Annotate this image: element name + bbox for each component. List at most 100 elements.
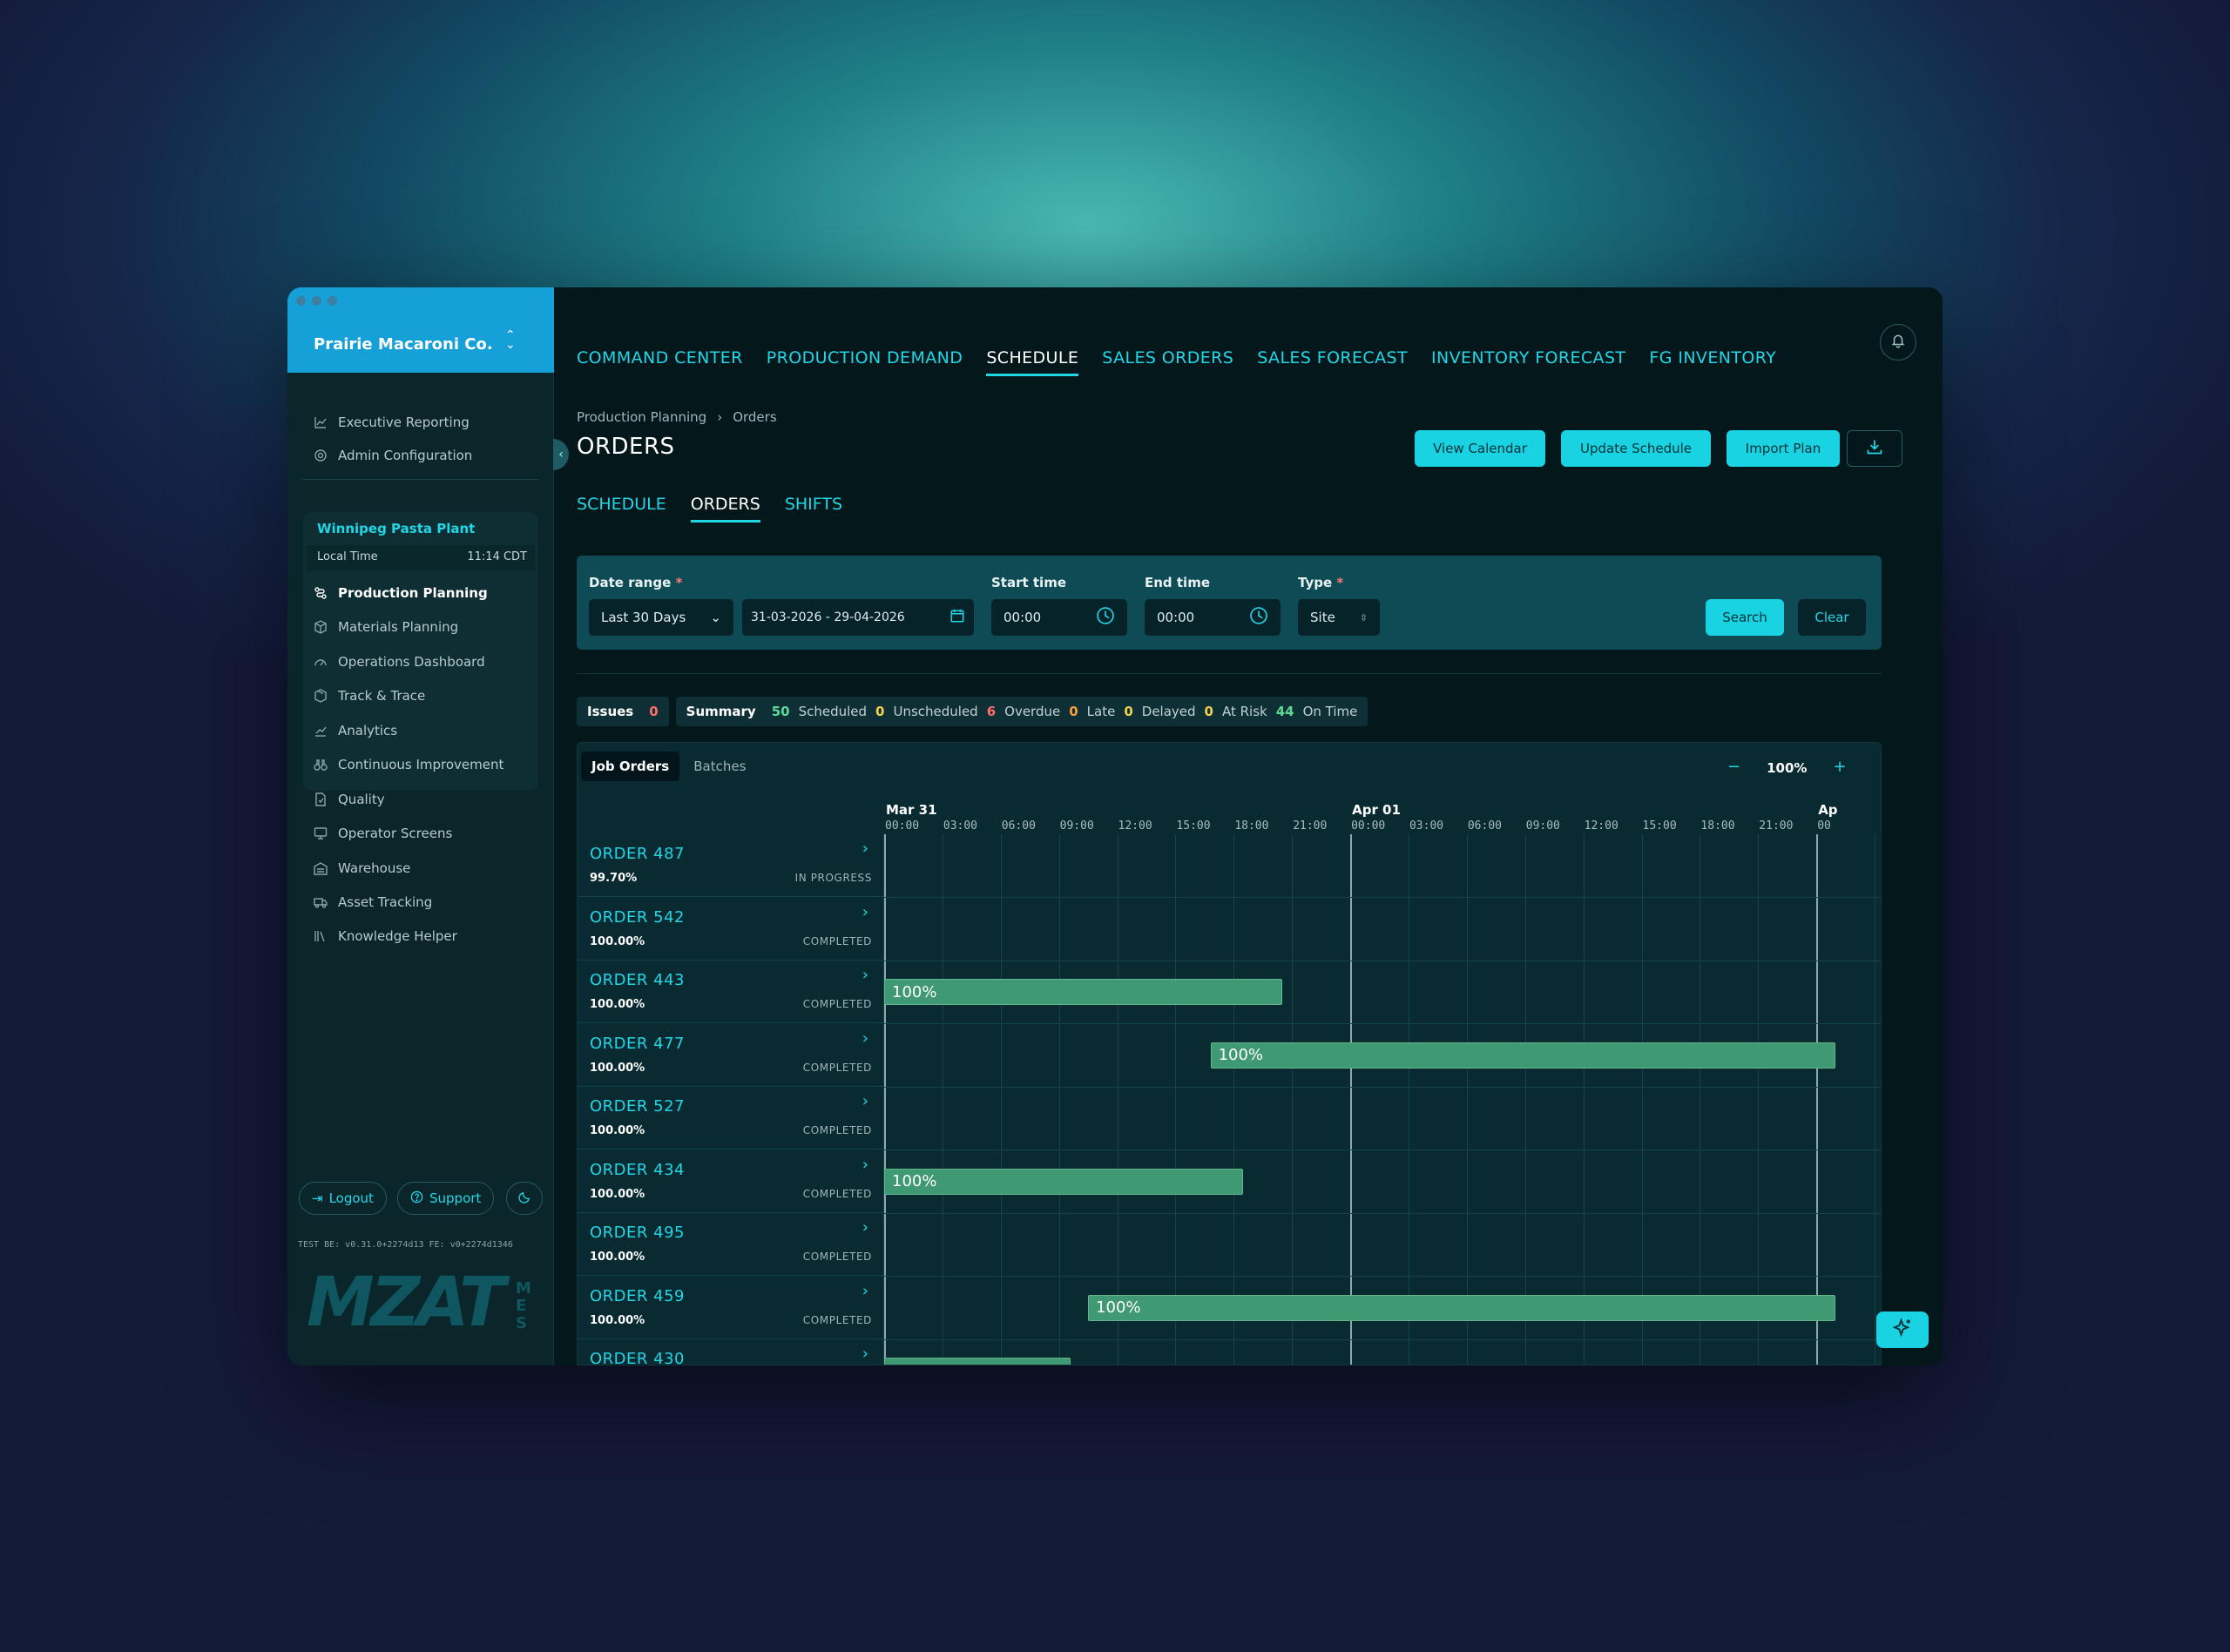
gantt-bar[interactable]: 100% [1088, 1294, 1836, 1321]
order-percent: 100.00% [590, 998, 645, 1011]
order-percent: 99.70% [590, 872, 638, 885]
view-calendar-button[interactable]: View Calendar [1415, 430, 1545, 467]
order-name[interactable]: ORDER 487 [590, 845, 685, 863]
notifications-button[interactable] [1880, 324, 1916, 361]
order-name[interactable]: ORDER 459 [590, 1287, 685, 1305]
sidebar-item-admin-configuration[interactable]: Admin Configuration [314, 445, 472, 466]
gantt-bar[interactable]: 100% [884, 1168, 1244, 1195]
chevron-right-icon[interactable]: › [862, 1156, 868, 1174]
type-select[interactable]: Site ⇳ [1298, 599, 1380, 636]
nav-sales-orders[interactable]: SALES ORDERS [1102, 348, 1233, 376]
chevron-right-icon[interactable]: › [862, 1282, 868, 1300]
support-button[interactable]: Support [397, 1182, 495, 1215]
order-row[interactable]: ORDER 434 › 100.00% COMPLETED [578, 1150, 883, 1213]
day-divider [884, 834, 886, 1365]
nav-command-center[interactable]: COMMAND CENTER [577, 348, 743, 376]
clock-icon[interactable] [1096, 606, 1115, 629]
chevron-right-icon[interactable]: › [862, 1029, 868, 1048]
order-name[interactable]: ORDER 434 [590, 1161, 685, 1179]
order-row[interactable]: ORDER 443 › 100.00% COMPLETED [578, 961, 883, 1023]
window-controls [296, 296, 337, 306]
sidebar-item-asset-tracking[interactable]: Asset Tracking [314, 892, 432, 913]
breadcrumb: Production Planning › Orders [577, 409, 777, 425]
chevron-right-icon[interactable]: › [862, 966, 868, 984]
order-name[interactable]: ORDER 495 [590, 1224, 685, 1242]
order-row[interactable]: ORDER 542 › 100.00% COMPLETED [578, 898, 883, 961]
sidebar-item-warehouse[interactable]: Warehouse [314, 858, 410, 879]
order-percent: 100.00% [590, 934, 645, 948]
sidebar-item-executive-reporting[interactable]: Executive Reporting [314, 412, 470, 433]
chevron-right-icon[interactable]: › [862, 1345, 868, 1363]
sidebar-item-quality[interactable]: Quality [314, 789, 385, 810]
gantt-bar[interactable]: 100% [1210, 1042, 1836, 1069]
order-row[interactable]: ORDER 430 › [578, 1339, 883, 1365]
order-row[interactable]: ORDER 527 › 100.00% COMPLETED [578, 1087, 883, 1150]
order-status: COMPLETED [802, 1124, 872, 1136]
update-schedule-button[interactable]: Update Schedule [1561, 430, 1711, 467]
date-range-preset-select[interactable]: Last 30 Days ⌄ [589, 599, 733, 636]
hour-label: 21:00 [1759, 819, 1794, 833]
hour-label: 03:00 [1409, 819, 1444, 833]
company-switcher[interactable]: Prairie Macaroni Co. ⌃ ⌄ [287, 287, 554, 373]
tab-schedule[interactable]: SCHEDULE [577, 495, 666, 523]
order-row[interactable]: ORDER 459 › 100.00% COMPLETED [578, 1277, 883, 1339]
breadcrumb-parent[interactable]: Production Planning [577, 409, 706, 425]
zoom-out-button[interactable]: − [1727, 759, 1740, 776]
start-time-input[interactable]: 00:00 [991, 599, 1127, 636]
sidebar-item-production-planning[interactable]: Production Planning [314, 583, 488, 603]
delayed-count: 0 [1124, 704, 1133, 719]
tab-shifts[interactable]: SHIFTS [785, 495, 842, 523]
nav-production-demand[interactable]: PRODUCTION DEMAND [767, 348, 963, 376]
order-row[interactable]: ORDER 495 › 100.00% COMPLETED [578, 1213, 883, 1276]
order-name[interactable]: ORDER 443 [590, 971, 685, 989]
sidebar-item-knowledge-helper[interactable]: Knowledge Helper [314, 926, 457, 947]
search-button[interactable]: Search [1706, 599, 1784, 636]
sidebar-item-operator-screens[interactable]: Operator Screens [314, 823, 452, 844]
nav-fg-inventory[interactable]: FG INVENTORY [1649, 348, 1776, 376]
chevron-right-icon[interactable]: › [862, 839, 868, 858]
gantt-bar[interactable]: 100% [884, 979, 1283, 1005]
import-plan-button[interactable]: Import Plan [1727, 430, 1840, 467]
hour-gridline [1000, 834, 1002, 1365]
ai-assistant-button[interactable] [1876, 1311, 1929, 1348]
end-time-input[interactable]: 00:00 [1145, 599, 1281, 636]
clear-button[interactable]: Clear [1798, 599, 1866, 636]
date-range-input[interactable]: 31-03-2026 - 29-04-2026 [742, 599, 974, 636]
start-time-label: Start time [991, 575, 1067, 590]
sidebar-item-materials-planning[interactable]: Materials Planning [314, 617, 458, 637]
theme-toggle-button[interactable] [506, 1182, 543, 1215]
zoom-control: − 100% + [1727, 759, 1847, 777]
nav-sales-forecast[interactable]: SALES FORECAST [1257, 348, 1408, 376]
plant-name[interactable]: Winnipeg Pasta Plant [317, 521, 475, 536]
zoom-in-button[interactable]: + [1833, 759, 1846, 776]
issues-badge[interactable]: Issues 0 [577, 697, 669, 726]
logout-button[interactable]: ⇥ Logout [299, 1182, 387, 1215]
order-row[interactable]: ORDER 477 › 100.00% COMPLETED [578, 1024, 883, 1087]
tab-job-orders[interactable]: Job Orders [581, 752, 680, 781]
tab-orders[interactable]: ORDERS [690, 495, 760, 523]
calendar-icon[interactable] [949, 608, 965, 627]
tab-batches[interactable]: Batches [683, 752, 756, 781]
chevron-right-icon[interactable]: › [862, 903, 868, 921]
order-row[interactable]: ORDER 487 › 99.70% IN PROGRESS [578, 834, 883, 897]
chevron-right-icon[interactable]: › [862, 1092, 868, 1110]
order-name[interactable]: ORDER 542 [590, 908, 685, 927]
summary-badge: Summary 50 Scheduled 0 Unscheduled 6 Ove… [675, 697, 1368, 726]
chevron-up-down-icon[interactable]: ⌃ ⌄ [505, 329, 516, 351]
clock-icon[interactable] [1249, 606, 1268, 629]
download-button[interactable] [1847, 430, 1902, 467]
gantt-bar[interactable] [884, 1358, 1071, 1365]
sidebar-item-operations-dashboard[interactable]: Operations Dashboard [314, 651, 485, 672]
chevron-right-icon[interactable]: › [862, 1218, 868, 1237]
order-name[interactable]: ORDER 527 [590, 1097, 685, 1116]
sidebar-divider [303, 479, 538, 480]
hour-label: 18:00 [1700, 819, 1735, 833]
order-name[interactable]: ORDER 477 [590, 1035, 685, 1053]
sidebar-item-continuous-improvement[interactable]: Continuous Improvement [314, 754, 503, 775]
sidebar-item-track-trace[interactable]: Track & Trace [314, 685, 425, 706]
nav-schedule[interactable]: SCHEDULE [986, 348, 1079, 376]
order-name[interactable]: ORDER 430 [590, 1350, 685, 1365]
sidebar-item-analytics[interactable]: Analytics [314, 720, 397, 741]
hour-gridline [1466, 834, 1468, 1365]
nav-inventory-forecast[interactable]: INVENTORY FORECAST [1431, 348, 1625, 376]
